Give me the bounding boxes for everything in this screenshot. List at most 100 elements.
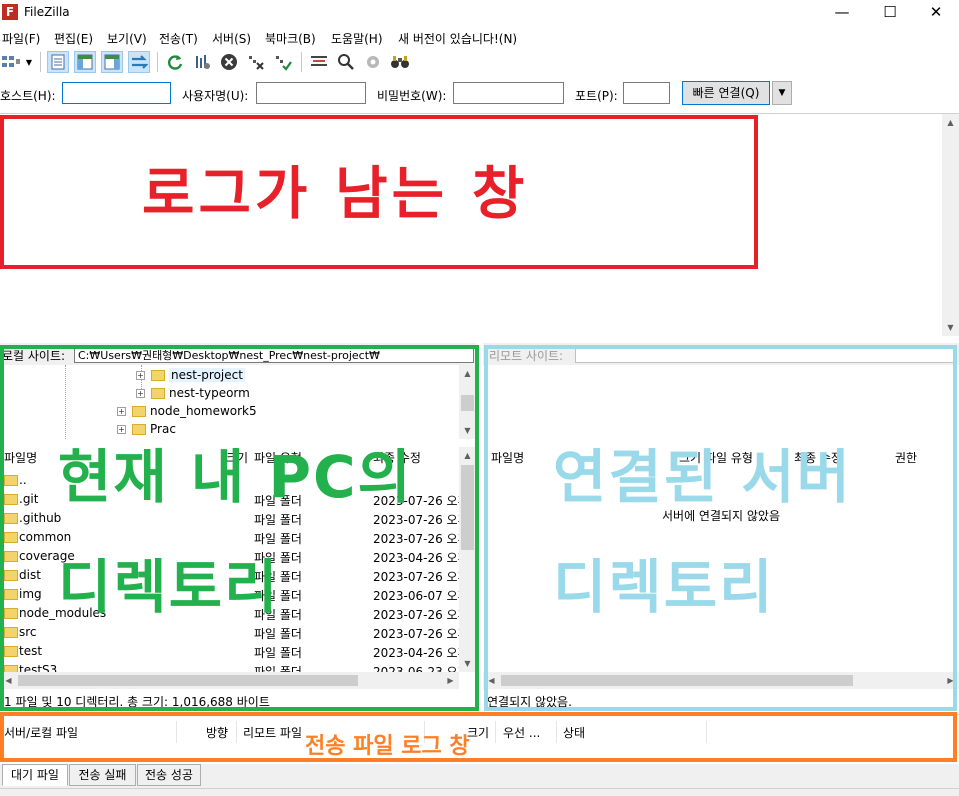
- username-input[interactable]: [256, 82, 366, 104]
- local-tree-scrollbar[interactable]: ▲ ▼: [459, 365, 476, 439]
- scroll-right-arrow-icon[interactable]: ▶: [942, 672, 959, 689]
- column-header-permissions[interactable]: 권한: [895, 447, 935, 469]
- column-header-type[interactable]: 파일 유형: [254, 447, 364, 469]
- directory-compare-icon[interactable]: [335, 51, 357, 73]
- list-item[interactable]: coverage 파일 폴더 2023-04-26 오후: [0, 547, 470, 566]
- scroll-down-arrow-icon[interactable]: ▼: [942, 319, 959, 336]
- toggle-transfer-queue-icon[interactable]: [128, 51, 150, 73]
- column-header-name[interactable]: 파일명: [491, 447, 571, 469]
- list-item[interactable]: test 파일 폴더 2023-04-26 오후: [0, 642, 470, 661]
- process-queue-icon[interactable]: [191, 51, 213, 73]
- scroll-thumb[interactable]: [461, 465, 474, 550]
- column-header-modified[interactable]: 최종 수정: [373, 447, 459, 469]
- port-input[interactable]: [623, 82, 670, 104]
- column-header-size[interactable]: 크기: [679, 447, 705, 469]
- local-directory-tree[interactable]: + nest-project + nest-typeorm + node_hom…: [0, 365, 476, 439]
- scroll-thumb[interactable]: [501, 675, 853, 686]
- queue-column-priority[interactable]: 우선 ...: [503, 724, 540, 741]
- menu-help[interactable]: 도움말(H): [331, 30, 383, 47]
- sync-browse-icon[interactable]: [362, 51, 384, 73]
- local-list-scrollbar[interactable]: ▲ ▼: [459, 447, 476, 672]
- queue-column-direction[interactable]: 방향: [206, 724, 228, 741]
- cancel-icon[interactable]: [218, 51, 240, 73]
- tree-item-nest-typeorm[interactable]: + nest-typeorm: [136, 384, 250, 402]
- column-header-modified[interactable]: 최종 수정: [794, 447, 880, 469]
- menu-edit[interactable]: 편집(E): [54, 30, 93, 47]
- menu-new-version[interactable]: 새 버전이 있습니다!(N): [398, 30, 517, 47]
- local-file-list[interactable]: 파일명 크기 파일 유형 최종 수정 .. .git 파일 폴더 2023-07…: [0, 447, 476, 689]
- queue-column-size[interactable]: 크기: [467, 724, 489, 741]
- quickconnect-history-dropdown[interactable]: ▼: [772, 81, 792, 105]
- menu-bookmarks[interactable]: 북마크(B): [265, 30, 316, 47]
- scroll-left-arrow-icon[interactable]: ◀: [483, 672, 500, 689]
- search-icon[interactable]: [389, 51, 411, 73]
- expand-icon[interactable]: +: [117, 406, 126, 416]
- scroll-left-arrow-icon[interactable]: ◀: [0, 672, 17, 689]
- local-path-input[interactable]: C:₩Users₩권태형₩Desktop₩nest_Prec₩nest-proj…: [74, 345, 474, 363]
- column-header-type[interactable]: 파일 유형: [705, 447, 785, 469]
- quickconnect-button[interactable]: 빠른 연결(Q): [682, 81, 770, 105]
- menu-transfer[interactable]: 전송(T): [159, 30, 198, 47]
- window-title: FileZilla: [24, 5, 70, 19]
- scroll-thumb[interactable]: [461, 395, 474, 411]
- toggle-message-log-icon[interactable]: [47, 51, 69, 73]
- list-item[interactable]: ..: [0, 471, 470, 490]
- remote-list-hscrollbar[interactable]: ◀ ▶: [483, 672, 959, 689]
- scroll-down-arrow-icon[interactable]: ▼: [459, 655, 476, 672]
- scroll-up-arrow-icon[interactable]: ▲: [459, 365, 476, 382]
- toggle-local-tree-icon[interactable]: [74, 51, 96, 73]
- site-manager-icon[interactable]: [0, 51, 22, 73]
- tab-failed-transfers[interactable]: 전송 실패: [69, 764, 136, 786]
- scroll-right-arrow-icon[interactable]: ▶: [442, 672, 459, 689]
- filter-icon[interactable]: [308, 51, 330, 73]
- scroll-thumb[interactable]: [18, 675, 358, 686]
- remote-directory-tree[interactable]: [483, 365, 959, 439]
- password-input[interactable]: [453, 82, 564, 104]
- toggle-remote-tree-icon[interactable]: [101, 51, 123, 73]
- log-vertical-scrollbar[interactable]: ▲ ▼: [942, 114, 959, 336]
- scroll-up-arrow-icon[interactable]: ▲: [942, 114, 959, 131]
- folder-icon: [4, 627, 18, 638]
- list-item[interactable]: dist 파일 폴더 2023-07-26 오후: [0, 566, 470, 585]
- column-header-name[interactable]: 파일명: [4, 447, 104, 469]
- dropdown-arrow-icon[interactable]: ▼: [22, 51, 36, 73]
- transfer-queue[interactable]: 서버/로컬 파일 방향 리모트 파일 크기 우선 ... 상태: [0, 714, 959, 762]
- scroll-up-arrow-icon[interactable]: ▲: [459, 447, 476, 464]
- menu-file[interactable]: 파일(F): [2, 30, 40, 47]
- host-input[interactable]: [62, 82, 171, 104]
- tree-item-node-homework5[interactable]: + node_homework5: [117, 402, 257, 420]
- tree-item-nest-project[interactable]: + nest-project: [136, 366, 245, 384]
- expand-icon[interactable]: +: [136, 370, 145, 380]
- list-item[interactable]: common 파일 폴더 2023-07-26 오후: [0, 528, 470, 547]
- status-bar: [0, 788, 959, 796]
- toolbar: ▼: [0, 48, 959, 76]
- column-header-size[interactable]: 크기: [226, 447, 252, 469]
- list-item[interactable]: node_modules 파일 폴더 2023-07-26 오후: [0, 604, 470, 623]
- list-item[interactable]: .github 파일 폴더 2023-07-26 오후: [0, 509, 470, 528]
- reconnect-icon[interactable]: [272, 51, 294, 73]
- list-item[interactable]: img 파일 폴더 2023-06-07 오후: [0, 585, 470, 604]
- local-list-hscrollbar[interactable]: ◀ ▶: [0, 672, 459, 689]
- message-log[interactable]: ▲ ▼: [0, 113, 959, 336]
- menu-server[interactable]: 서버(S): [212, 30, 251, 47]
- tab-queued-files[interactable]: 대기 파일: [2, 764, 68, 786]
- tab-successful-transfers[interactable]: 전송 성공: [137, 764, 201, 786]
- remote-path-input[interactable]: [575, 345, 955, 363]
- minimize-button[interactable]: —: [819, 0, 865, 26]
- menu-view[interactable]: 보기(V): [107, 30, 147, 47]
- remote-file-list[interactable]: 파일명 크기 파일 유형 최종 수정 권한 서버에 연결되지 않았음 ◀ ▶: [483, 447, 959, 689]
- expand-icon[interactable]: +: [117, 424, 126, 434]
- expand-icon[interactable]: +: [136, 388, 145, 398]
- list-item[interactable]: src 파일 폴더 2023-07-26 오후: [0, 623, 470, 642]
- remote-site-label: 리모트 사이트:: [489, 349, 564, 363]
- list-item[interactable]: .git 파일 폴더 2023-07-26 오후: [0, 490, 470, 509]
- disconnect-icon[interactable]: [245, 51, 267, 73]
- scroll-down-arrow-icon[interactable]: ▼: [459, 422, 476, 439]
- maximize-button[interactable]: ☐: [867, 0, 913, 26]
- queue-column-remote-file[interactable]: 리모트 파일: [243, 724, 302, 741]
- refresh-icon[interactable]: [164, 51, 186, 73]
- queue-column-file[interactable]: 서버/로컬 파일: [4, 724, 78, 741]
- close-button[interactable]: ✕: [913, 0, 959, 26]
- queue-column-status[interactable]: 상태: [563, 724, 585, 741]
- tree-item-prac[interactable]: + Prac: [117, 420, 176, 438]
